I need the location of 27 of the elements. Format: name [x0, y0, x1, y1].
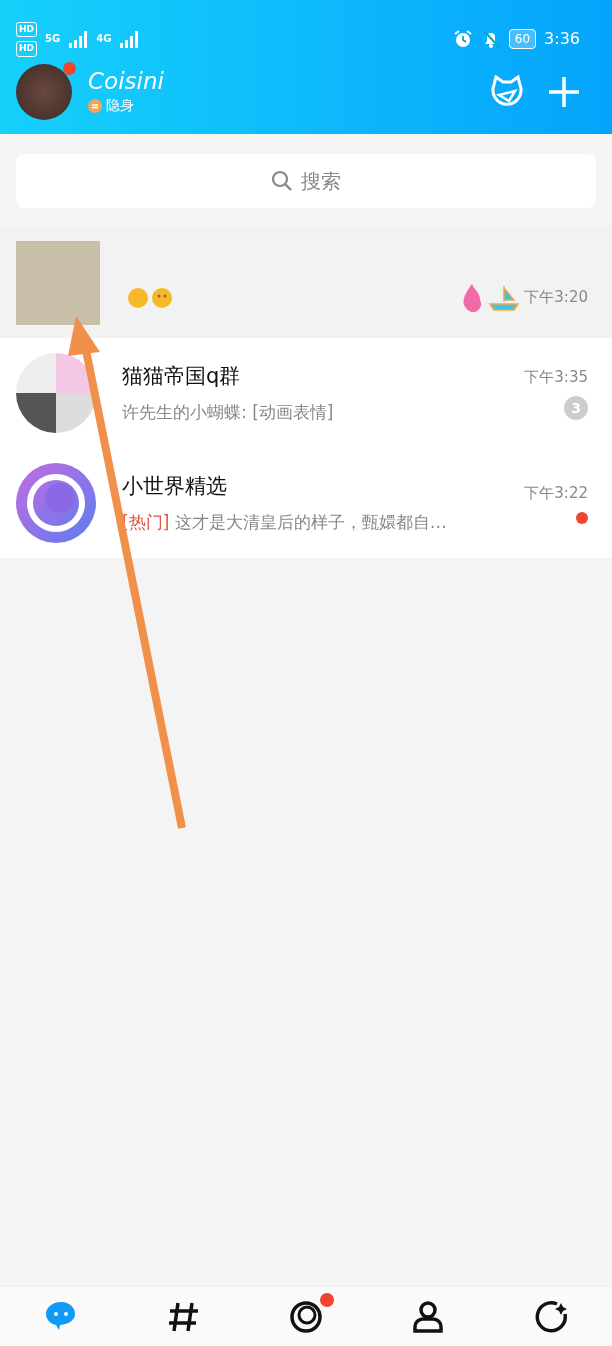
emoji-icon: [126, 285, 174, 311]
profile-avatar[interactable]: [16, 64, 72, 120]
sim-label: HD: [16, 41, 37, 57]
alarm-icon: [452, 29, 473, 49]
clock: 3:36: [544, 28, 580, 50]
search-icon: [271, 170, 293, 192]
signal-icon: [119, 30, 140, 48]
cat-face-icon[interactable]: [490, 75, 524, 109]
muted-bell-icon: [480, 29, 501, 49]
chat-time: 下午3:22: [524, 482, 588, 504]
chat-time: 下午3:20: [524, 286, 588, 308]
status-icon: [88, 98, 102, 113]
signal-icon: [68, 30, 89, 48]
battery-level: 60: [508, 29, 537, 49]
profile-name: Coisini: [88, 67, 164, 96]
network-label: 4G: [96, 34, 112, 44]
chat-preview: 许先生的小蝴蝶: [动画表情]: [122, 401, 335, 424]
sim-label: HD: [16, 21, 37, 37]
chat-time: 下午3:35: [524, 366, 588, 388]
cat-face-icon: [491, 75, 523, 106]
network-label: 5G: [45, 34, 61, 44]
search-field[interactable]: 搜索: [16, 154, 596, 208]
add-icon[interactable]: [548, 76, 580, 108]
ring-planet-icon: [287, 1298, 324, 1335]
status-label: 隐身: [106, 96, 134, 116]
chat-name: 小世界精选: [122, 472, 228, 500]
chat-name: 猫猫帝国q群: [122, 362, 242, 390]
